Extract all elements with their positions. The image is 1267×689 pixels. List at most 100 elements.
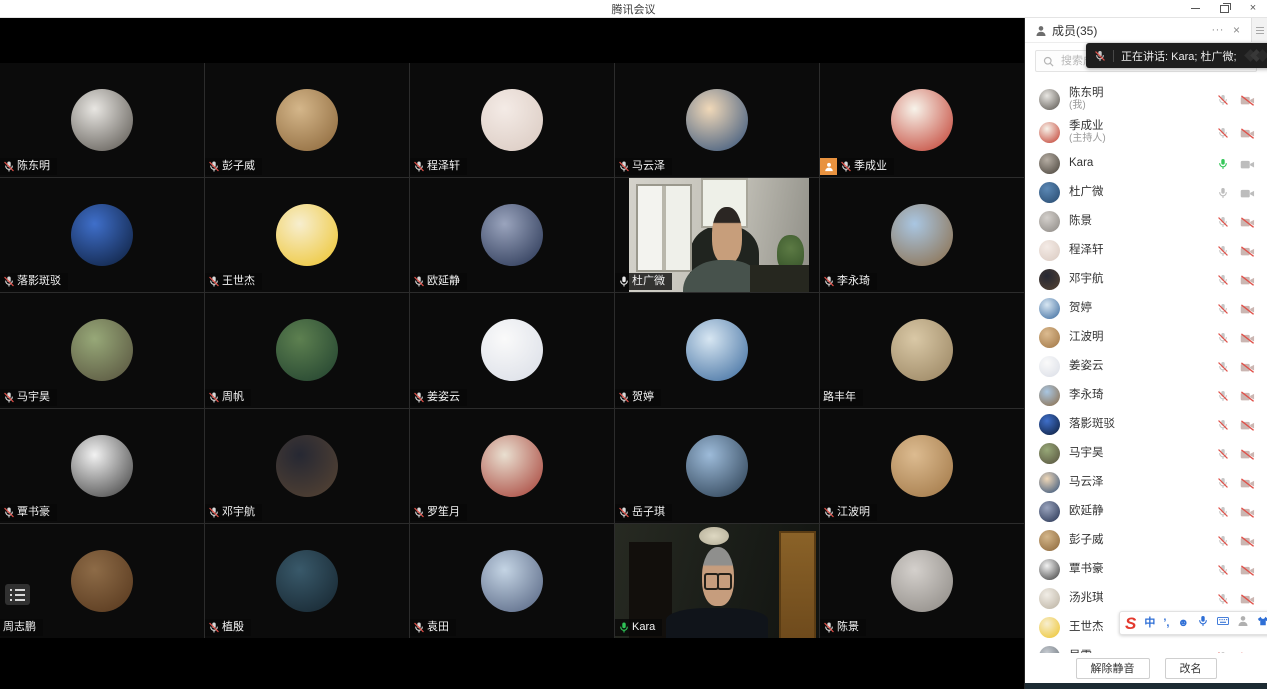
- member-mic-icon[interactable]: [1217, 331, 1229, 344]
- member-mic-icon[interactable]: [1217, 186, 1229, 199]
- video-tile[interactable]: 落影斑驳: [0, 178, 204, 292]
- close-panel-icon[interactable]: ×: [1233, 23, 1240, 37]
- layout-toggle-button[interactable]: [5, 584, 30, 605]
- member-avatar: [1039, 414, 1060, 435]
- video-tile[interactable]: Kara: [615, 524, 819, 638]
- member-list-item[interactable]: 李永琦: [1025, 381, 1267, 410]
- ime-skin-icon[interactable]: [1257, 614, 1267, 632]
- video-tile[interactable]: 岳子琪: [615, 409, 819, 523]
- member-camera-icon[interactable]: [1240, 477, 1255, 489]
- ime-voice-icon[interactable]: [1197, 614, 1209, 632]
- member-list-item[interactable]: 陈景: [1025, 207, 1267, 236]
- member-list-item[interactable]: 吴雪: [1025, 642, 1267, 653]
- member-mic-icon[interactable]: [1217, 126, 1229, 139]
- member-mic-icon[interactable]: [1217, 592, 1229, 605]
- member-camera-icon[interactable]: [1240, 506, 1255, 518]
- ime-emoji-button[interactable]: ☻: [1177, 618, 1189, 629]
- member-camera-icon[interactable]: [1240, 361, 1255, 373]
- member-camera-icon[interactable]: [1240, 187, 1255, 199]
- member-camera-icon[interactable]: [1240, 564, 1255, 576]
- member-list-item[interactable]: 彭子威: [1025, 526, 1267, 555]
- member-mic-icon[interactable]: [1217, 476, 1229, 489]
- member-list-item[interactable]: 陈东明 (我): [1025, 83, 1267, 116]
- member-mic-icon[interactable]: [1217, 302, 1229, 315]
- ime-punctuation-button[interactable]: ’,: [1163, 618, 1169, 629]
- video-tile[interactable]: 覃书豪: [0, 409, 204, 523]
- member-list-item[interactable]: 姜姿云: [1025, 352, 1267, 381]
- member-mic-icon[interactable]: [1217, 273, 1229, 286]
- member-mic-icon[interactable]: [1217, 563, 1229, 576]
- ime-account-icon[interactable]: [1237, 614, 1249, 632]
- video-tile[interactable]: 路丰年: [820, 293, 1024, 407]
- member-camera-icon[interactable]: [1240, 535, 1255, 547]
- video-tile[interactable]: 植殷: [205, 524, 409, 638]
- video-tile[interactable]: 姜姿云: [410, 293, 614, 407]
- video-tile[interactable]: 袁田: [410, 524, 614, 638]
- video-tile[interactable]: 彭子威: [205, 63, 409, 177]
- restore-button[interactable]: [1218, 3, 1230, 15]
- member-list-item[interactable]: 马宇昊: [1025, 439, 1267, 468]
- video-tile[interactable]: 欧延静: [410, 178, 614, 292]
- video-tile[interactable]: 贺婷: [615, 293, 819, 407]
- video-tile[interactable]: 陈景: [820, 524, 1024, 638]
- member-list-item[interactable]: 马云泽: [1025, 468, 1267, 497]
- member-camera-icon[interactable]: [1240, 448, 1255, 460]
- member-camera-icon[interactable]: [1240, 274, 1255, 286]
- unmute-button[interactable]: 解除静音: [1076, 658, 1150, 679]
- video-tile[interactable]: 江波明: [820, 409, 1024, 523]
- video-tile[interactable]: 杜广微: [615, 178, 819, 292]
- member-camera-icon[interactable]: [1240, 127, 1255, 139]
- member-mic-icon[interactable]: [1217, 360, 1229, 373]
- video-tile[interactable]: 李永琦: [820, 178, 1024, 292]
- member-list-item[interactable]: 贺婷: [1025, 294, 1267, 323]
- member-list-item[interactable]: 季成业 (主持人): [1025, 116, 1267, 149]
- panel-grip-handle[interactable]: [1251, 18, 1267, 42]
- member-camera-icon[interactable]: [1240, 593, 1255, 605]
- video-tile[interactable]: 马宇昊: [0, 293, 204, 407]
- member-list-item[interactable]: 落影斑驳: [1025, 410, 1267, 439]
- video-tile[interactable]: 程泽轩: [410, 63, 614, 177]
- member-list-item[interactable]: Kara: [1025, 149, 1267, 178]
- member-camera-icon[interactable]: [1240, 390, 1255, 402]
- video-tile[interactable]: 马云泽: [615, 63, 819, 177]
- member-list-item[interactable]: 覃书豪: [1025, 555, 1267, 584]
- video-tile[interactable]: 周志鹏: [0, 524, 204, 638]
- video-tile[interactable]: 季成业: [820, 63, 1024, 177]
- member-mic-icon[interactable]: [1217, 389, 1229, 402]
- member-camera-icon[interactable]: [1240, 419, 1255, 431]
- video-tile[interactable]: 周帆: [205, 293, 409, 407]
- video-tile[interactable]: 罗笙月: [410, 409, 614, 523]
- participant-avatar: [71, 204, 133, 266]
- member-camera-icon[interactable]: [1240, 245, 1255, 257]
- member-camera-icon[interactable]: [1240, 94, 1255, 106]
- member-list-item[interactable]: 江波明: [1025, 323, 1267, 352]
- member-mic-icon[interactable]: [1217, 534, 1229, 547]
- close-button[interactable]: ×: [1247, 3, 1259, 15]
- member-mic-icon[interactable]: [1217, 418, 1229, 431]
- member-mic-icon[interactable]: [1217, 93, 1229, 106]
- member-mic-icon[interactable]: [1217, 505, 1229, 518]
- minimize-button[interactable]: [1189, 3, 1201, 15]
- member-mic-icon[interactable]: [1217, 447, 1229, 460]
- more-options-icon[interactable]: ···: [1211, 24, 1224, 36]
- member-mic-icon[interactable]: [1217, 215, 1229, 228]
- rename-button[interactable]: 改名: [1165, 658, 1217, 679]
- member-list-item[interactable]: 邓宇航: [1025, 265, 1267, 294]
- member-name: 彭子威: [1069, 534, 1104, 548]
- member-camera-icon[interactable]: [1240, 332, 1255, 344]
- member-list-item[interactable]: 汤兆琪: [1025, 584, 1267, 613]
- member-mic-icon[interactable]: [1217, 157, 1229, 170]
- member-list-item[interactable]: 杜广微: [1025, 178, 1267, 207]
- ime-keyboard-icon[interactable]: [1217, 614, 1229, 632]
- member-camera-icon[interactable]: [1240, 158, 1255, 170]
- member-mic-icon[interactable]: [1217, 244, 1229, 257]
- ime-mode-button[interactable]: 中: [1144, 618, 1155, 629]
- sogou-logo-icon[interactable]: S: [1125, 615, 1136, 632]
- member-camera-icon[interactable]: [1240, 303, 1255, 315]
- member-list-item[interactable]: 程泽轩: [1025, 236, 1267, 265]
- member-camera-icon[interactable]: [1240, 216, 1255, 228]
- video-tile[interactable]: 王世杰: [205, 178, 409, 292]
- video-tile[interactable]: 陈东明: [0, 63, 204, 177]
- member-list-item[interactable]: 欧延静: [1025, 497, 1267, 526]
- video-tile[interactable]: 邓宇航: [205, 409, 409, 523]
